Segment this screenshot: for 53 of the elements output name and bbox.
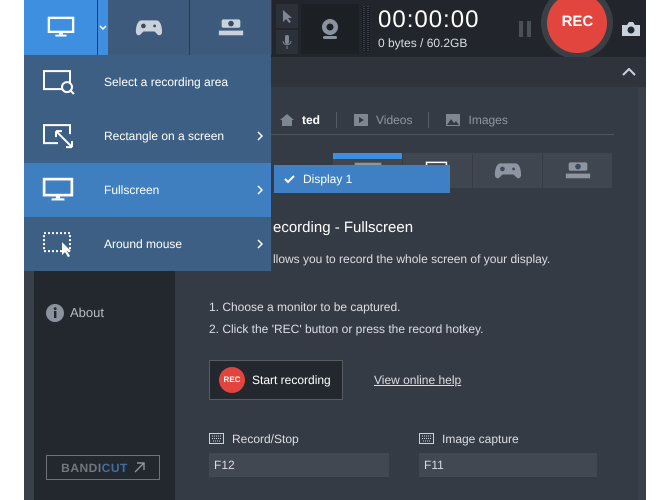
help-link[interactable]: View online help	[374, 370, 462, 388]
instruction-step: 2. Click the 'REC' button or press the record hotkey.	[209, 320, 614, 338]
keyboard-icon	[419, 433, 434, 444]
hotkey-field[interactable]: F12	[209, 452, 389, 476]
microphone-button[interactable]	[276, 30, 298, 54]
cursor-icon	[280, 8, 294, 24]
instruction-step: 1. Choose a monitor to be captured.	[209, 298, 614, 316]
monitor-icon	[42, 177, 74, 203]
hotkey-label: Image capture	[442, 430, 519, 448]
home-icon	[279, 112, 295, 126]
content-tab[interactable]: Videos	[353, 110, 412, 128]
mountain-image-icon	[445, 112, 462, 126]
hotkey-field[interactable]: F11	[419, 452, 597, 476]
sidebar-item[interactable]: About	[46, 303, 175, 322]
mode-button[interactable]	[24, 0, 98, 55]
timer: 00:00:00	[378, 6, 480, 34]
chevron-down-icon	[99, 24, 107, 30]
hotkey-label: Record/Stop	[232, 430, 299, 448]
microphone-icon	[282, 34, 292, 50]
content-tab[interactable]: Images	[445, 110, 508, 128]
menu-item[interactable]: Around mouse	[24, 217, 271, 271]
external-link-icon	[134, 462, 145, 473]
storage-info: 0 bytes / 60.2GB	[378, 34, 468, 52]
info-icon	[46, 304, 64, 322]
keyboard-icon	[209, 433, 224, 444]
area-select-icon	[42, 68, 76, 96]
hdmi-port-icon	[216, 18, 244, 38]
monitor-icon	[46, 16, 74, 39]
menu-item[interactable]: Fullscreen	[24, 163, 271, 217]
audio-meter	[362, 6, 370, 52]
mode-tab[interactable]	[543, 153, 612, 188]
mode-tab[interactable]	[473, 153, 542, 188]
mode-button[interactable]	[190, 0, 272, 55]
section-heading: ecording - Fullscreen	[272, 218, 414, 238]
camera-icon	[621, 20, 642, 36]
description: llows you to record the whole screen of your display.	[272, 250, 552, 268]
pause-icon	[519, 20, 532, 36]
menu-item[interactable]: Select a recording area	[24, 55, 271, 109]
mode-button[interactable]	[108, 0, 190, 55]
gamepad-icon	[494, 160, 522, 180]
gamepad-icon	[134, 18, 162, 38]
start-recording-button[interactable]: REC Start recording	[209, 360, 343, 400]
webcam-button[interactable]	[301, 4, 359, 54]
resize-rectangle-icon	[42, 122, 76, 150]
rec-badge: REC	[219, 366, 245, 392]
cursor-button[interactable]	[276, 4, 298, 28]
record-button[interactable]: REC	[547, 0, 608, 52]
webcam-icon	[319, 16, 341, 40]
collapse-icon[interactable]	[622, 68, 636, 76]
menu-item[interactable]: Rectangle on a screen	[24, 109, 271, 163]
hdmi-port-icon	[564, 160, 592, 180]
play-folder-icon	[353, 112, 369, 126]
content-tab[interactable]: ted	[279, 110, 320, 128]
